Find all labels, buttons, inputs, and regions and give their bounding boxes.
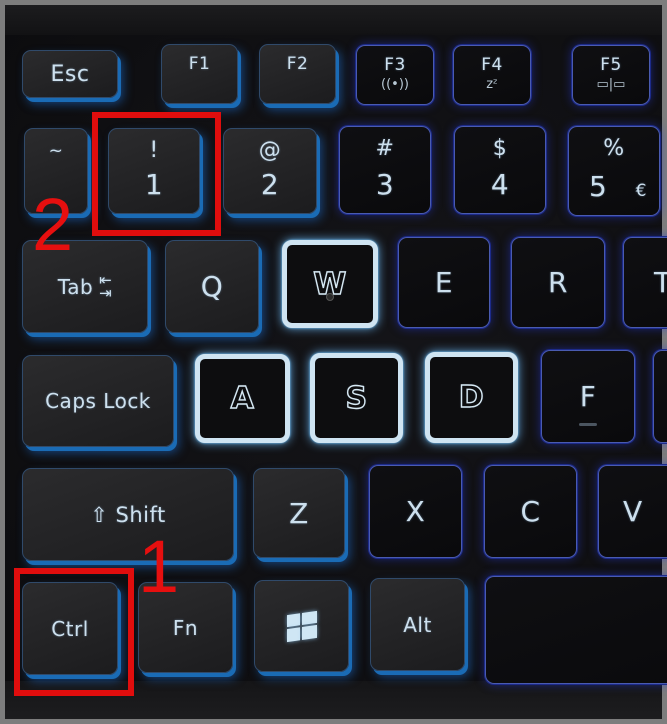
key-g[interactable] — [653, 350, 667, 443]
key-1[interactable]: ! 1 — [108, 128, 200, 214]
key-c[interactable]: C — [484, 465, 577, 558]
key-label: Fn — [172, 615, 199, 640]
key-4[interactable]: $ 4 — [454, 126, 546, 214]
key-label: Alt — [403, 612, 432, 637]
key-label: ⇧ Shift — [90, 502, 166, 527]
key-tilde[interactable]: ~ — [24, 128, 88, 214]
key-s[interactable]: S — [310, 353, 403, 443]
key-3[interactable]: # 3 — [339, 126, 431, 214]
key-number: 4 — [490, 168, 510, 201]
key-r[interactable]: R — [511, 237, 605, 328]
photo-frame: Esc F1 F2 F3 ((•)) F4 zᶻ F5 ▭|▭ ~ ! 1 @ … — [0, 0, 667, 724]
key-label: Q — [200, 270, 224, 303]
key-number: 1 — [144, 168, 164, 201]
key-x[interactable]: X — [369, 465, 462, 558]
key-label: Z — [289, 496, 309, 530]
keyboard-top-edge — [5, 5, 662, 35]
key-5[interactable]: % 5 € — [568, 126, 660, 216]
key-label: Esc — [50, 61, 90, 87]
key-label: D — [458, 379, 485, 415]
key-label: F3 — [384, 55, 406, 75]
key-number: 2 — [260, 168, 280, 201]
key-label: F2 — [286, 54, 309, 74]
key-q[interactable]: Q — [165, 240, 259, 333]
windows-logo-icon — [286, 610, 317, 642]
key-label: E — [434, 266, 454, 299]
key-f[interactable]: F — [541, 350, 635, 443]
key-label: Caps Lock — [45, 389, 151, 413]
keyboard-bottom-edge — [5, 681, 662, 719]
display-switch-icon: ▭|▭ — [596, 77, 626, 92]
key-symbol: # — [375, 136, 395, 161]
tab-arrows-icon: ⇤ ⇥ — [99, 270, 113, 302]
key-v[interactable]: V — [598, 465, 667, 558]
key-alt[interactable]: Alt — [370, 578, 465, 671]
indicator-led — [326, 293, 334, 301]
euro-symbol: € — [635, 181, 647, 201]
key-f2[interactable]: F2 — [259, 44, 336, 104]
key-windows[interactable] — [254, 580, 349, 672]
key-symbol: @ — [258, 138, 282, 163]
key-t[interactable]: T — [623, 237, 667, 328]
key-e[interactable]: E — [398, 237, 490, 328]
key-label: Tab — [57, 274, 94, 299]
key-label: T — [654, 266, 667, 299]
key-f3[interactable]: F3 ((•)) — [356, 45, 434, 105]
key-ctrl[interactable]: Ctrl — [22, 582, 118, 675]
key-f5[interactable]: F5 ▭|▭ — [572, 45, 650, 105]
sleep-icon: zᶻ — [486, 77, 498, 92]
key-number: 5 — [589, 170, 608, 203]
key-d[interactable]: D — [425, 352, 518, 443]
wireless-icon: ((•)) — [381, 77, 409, 92]
key-label: F5 — [600, 55, 622, 75]
key-label: R — [548, 266, 568, 299]
key-label: V — [623, 495, 643, 528]
key-space[interactable] — [485, 576, 667, 684]
key-number: 3 — [375, 168, 395, 201]
key-label: F — [579, 380, 597, 413]
key-esc[interactable]: Esc — [22, 50, 118, 98]
key-caps-lock[interactable]: Caps Lock — [22, 355, 174, 447]
key-a[interactable]: A — [195, 354, 290, 443]
key-label: Ctrl — [51, 616, 89, 641]
key-shift[interactable]: ⇧ Shift — [22, 468, 234, 561]
key-z[interactable]: Z — [253, 468, 345, 558]
key-symbol: % — [603, 136, 625, 161]
key-symbol: ~ — [48, 141, 64, 161]
key-label: A — [230, 380, 255, 416]
key-symbol: $ — [492, 136, 508, 161]
key-f1[interactable]: F1 — [161, 44, 238, 104]
key-w[interactable]: W — [282, 240, 378, 328]
key-f4[interactable]: F4 zᶻ — [453, 45, 531, 105]
key-symbol: ! — [149, 138, 159, 163]
key-fn[interactable]: Fn — [138, 582, 233, 673]
key-label: F4 — [481, 55, 503, 75]
key-tab[interactable]: Tab ⇤ ⇥ — [22, 240, 148, 333]
home-key-bump — [579, 423, 597, 426]
key-2[interactable]: @ 2 — [223, 128, 317, 214]
key-label: C — [520, 495, 541, 528]
key-label: X — [405, 495, 426, 528]
key-label: F1 — [188, 54, 211, 74]
key-label: S — [345, 380, 368, 416]
